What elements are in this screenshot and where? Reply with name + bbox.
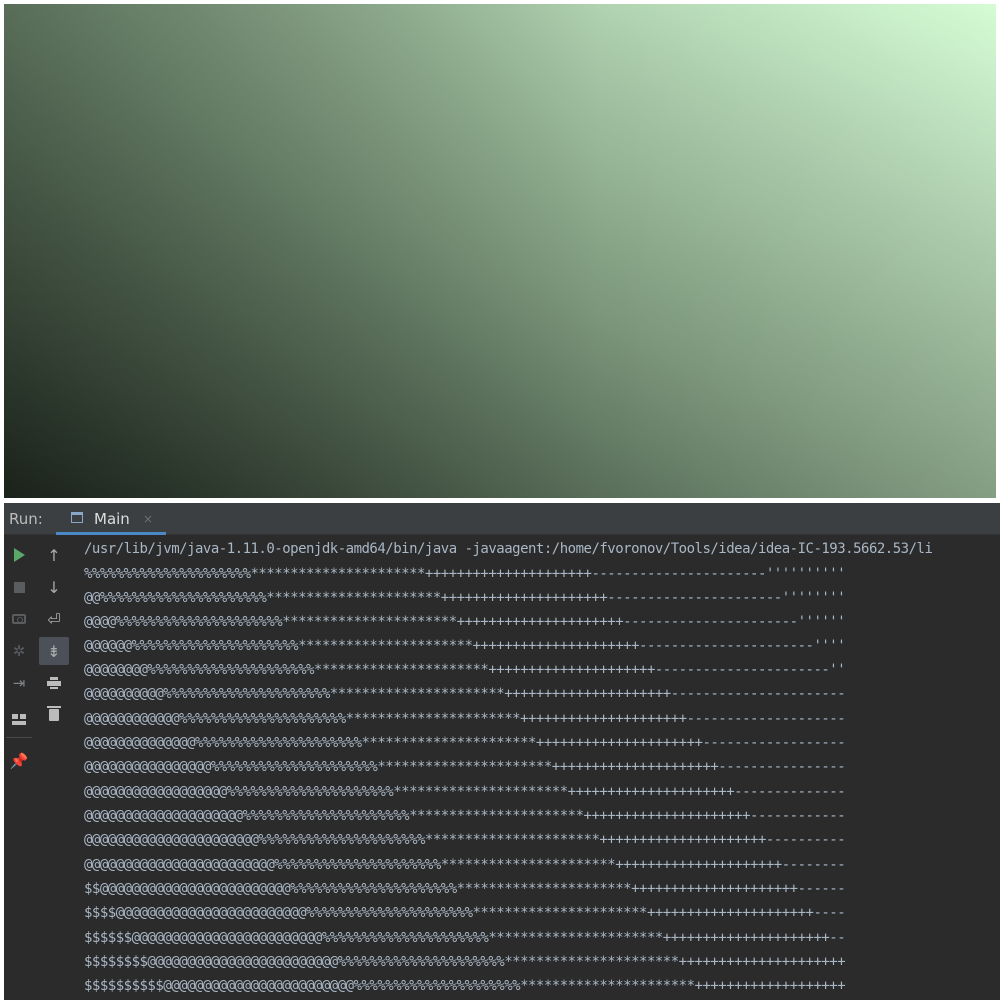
console-line: @@%%%%%%%%%%%%%%%%%%%%%*****************… xyxy=(84,590,846,606)
debug-button[interactable]: ✲ xyxy=(4,637,34,665)
camera-icon xyxy=(12,614,26,624)
soft-wrap-icon: ⏎ xyxy=(47,609,61,629)
console-line: %%%%%%%%%%%%%%%%%%%%%*******************… xyxy=(84,566,846,582)
clear-all-button[interactable] xyxy=(39,701,69,729)
scroll-end-icon: ⇟ xyxy=(47,641,61,661)
rerun-button[interactable] xyxy=(4,541,34,569)
arrow-down-icon: ↓ xyxy=(47,577,61,597)
console-line: @@@@@@@@@@@@@@@@@@%%%%%%%%%%%%%%%%%%%%%*… xyxy=(84,784,846,800)
console-line: @@@@@@@@@@@@@@@@@@@@@@%%%%%%%%%%%%%%%%%%… xyxy=(84,832,846,848)
console-line: @@@@@@@@@@@@@@@@@@@@%%%%%%%%%%%%%%%%%%%%… xyxy=(84,808,846,824)
console-line: @@@@@@@@@@@@@@%%%%%%%%%%%%%%%%%%%%%*****… xyxy=(84,735,846,751)
console-line: @@@@%%%%%%%%%%%%%%%%%%%%%***************… xyxy=(84,614,846,630)
rendered-gradient-canvas xyxy=(4,4,996,498)
dump-threads-button[interactable] xyxy=(4,605,34,633)
console-line: $$$$$$@@@@@@@@@@@@@@@@@@@@@@@@%%%%%%%%%%… xyxy=(84,930,846,946)
console-line: $$$$@@@@@@@@@@@@@@@@@@@@@@@@%%%%%%%%%%%%… xyxy=(84,905,846,921)
exit-button[interactable]: ⇥ xyxy=(4,669,34,697)
window-icon xyxy=(71,512,83,523)
bug-icon: ✲ xyxy=(12,642,26,660)
run-tool-window-header: Run: Main × xyxy=(4,503,1000,535)
scroll-up-button[interactable]: ↑ xyxy=(39,541,69,569)
console-line: @@@@@@@@@@@@@@@@@@@@@@@@%%%%%%%%%%%%%%%%… xyxy=(84,857,846,873)
print-button[interactable] xyxy=(39,669,69,697)
console-line: $$$$$$$$$$@@@@@@@@@@@@@@@@@@@@@@@@%%%%%%… xyxy=(84,978,846,994)
soft-wrap-button[interactable]: ⏎ xyxy=(39,605,69,633)
toolbar-separator xyxy=(6,737,32,738)
restore-layout-button[interactable] xyxy=(4,705,34,733)
console-line: @@@@@@@@@@@@@@@@%%%%%%%%%%%%%%%%%%%%%***… xyxy=(84,759,846,775)
console-line: @@@@@@%%%%%%%%%%%%%%%%%%%%%*************… xyxy=(84,638,846,654)
stop-button[interactable] xyxy=(4,573,34,601)
run-title: Run: xyxy=(9,510,43,528)
print-icon xyxy=(47,677,61,689)
arrow-up-icon: ↑ xyxy=(47,545,61,565)
console-line: @@@@@@@@@@%%%%%%%%%%%%%%%%%%%%%*********… xyxy=(84,686,846,702)
console-command-line: /usr/lib/jvm/java-1.11.0-openjdk-amd64/b… xyxy=(84,541,933,557)
tab-main[interactable]: Main × xyxy=(56,503,166,535)
run-tool-window: Run: Main × ✲ ⇥ 📌 ↑ ↓ ⏎ ⇟ /usr/lib/jvm/j… xyxy=(4,503,1000,1000)
stop-icon xyxy=(13,581,25,593)
scroll-to-end-button[interactable]: ⇟ xyxy=(39,637,69,665)
console-line: @@@@@@@@%%%%%%%%%%%%%%%%%%%%%***********… xyxy=(84,662,846,678)
console-line: @@@@@@@@@@@@%%%%%%%%%%%%%%%%%%%%%*******… xyxy=(84,711,846,727)
close-icon[interactable]: × xyxy=(143,512,153,526)
console-line: $$@@@@@@@@@@@@@@@@@@@@@@@@%%%%%%%%%%%%%%… xyxy=(84,881,846,897)
pin-tab-button[interactable]: 📌 xyxy=(4,747,34,775)
tab-main-label: Main xyxy=(94,510,130,528)
console-line: $$$$$$$$@@@@@@@@@@@@@@@@@@@@@@@@%%%%%%%%… xyxy=(84,954,846,970)
console-output[interactable]: /usr/lib/jvm/java-1.11.0-openjdk-amd64/b… xyxy=(84,535,1000,1000)
trash-icon xyxy=(47,706,61,721)
layout-icon xyxy=(12,713,26,725)
pin-icon: 📌 xyxy=(9,752,29,770)
play-icon xyxy=(13,548,25,562)
scroll-down-button[interactable]: ↓ xyxy=(39,573,69,601)
exit-icon: ⇥ xyxy=(12,674,26,692)
